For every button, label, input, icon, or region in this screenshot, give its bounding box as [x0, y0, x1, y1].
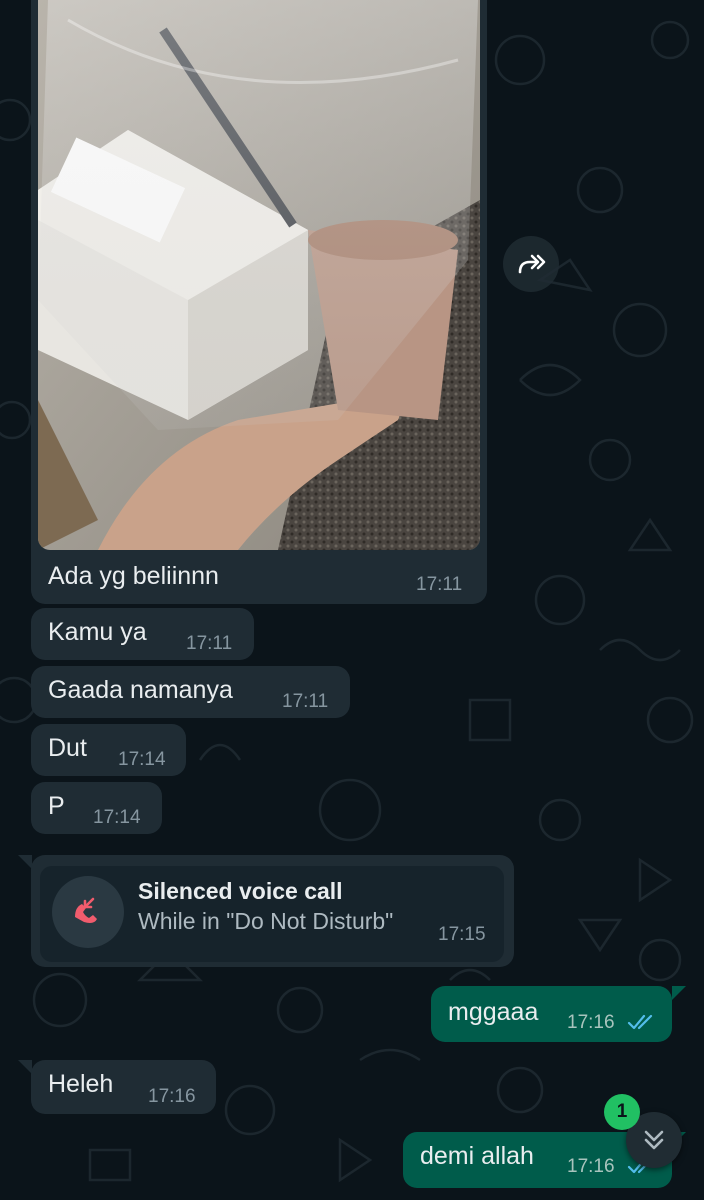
photo-image	[38, 0, 480, 550]
forward-button[interactable]	[503, 236, 559, 292]
call-title: Silenced voice call	[138, 878, 343, 904]
message-time: 17:14	[93, 807, 141, 828]
missed-call-icon	[75, 897, 97, 923]
bubble-tail	[18, 1060, 32, 1074]
message-time: 17:11	[282, 691, 329, 712]
bubble-tail	[672, 986, 686, 1000]
message-text: Heleh	[48, 1070, 114, 1098]
message-time: 17:11	[186, 633, 233, 654]
message-text: Gaada namanya	[48, 676, 233, 704]
message-text: Kamu ya	[48, 618, 147, 646]
message-time: 17:16	[567, 1156, 615, 1177]
message-text: mggaaa	[448, 998, 539, 1026]
unread-count-badge: 1	[604, 1094, 640, 1130]
bubble-tail	[18, 855, 32, 869]
double-chevron-down-icon	[644, 1130, 664, 1150]
photo-thumbnail[interactable]	[38, 0, 480, 550]
message-time: 17:16	[148, 1086, 196, 1107]
call-icon-circle	[52, 876, 124, 948]
message-time: 17:15	[438, 924, 486, 945]
message-text: demi allah	[420, 1142, 534, 1170]
message-text: P	[48, 792, 65, 820]
double-check-icon	[627, 1014, 653, 1030]
call-subtitle: While in "Do Not Disturb"	[138, 908, 394, 934]
forward-icon	[518, 254, 546, 274]
message-time: 17:11	[416, 574, 463, 595]
message-text: Dut	[48, 734, 87, 762]
message-time: 17:16	[567, 1012, 615, 1033]
image-caption: Ada yg beliinnn	[48, 562, 219, 590]
message-time: 17:14	[118, 749, 166, 770]
